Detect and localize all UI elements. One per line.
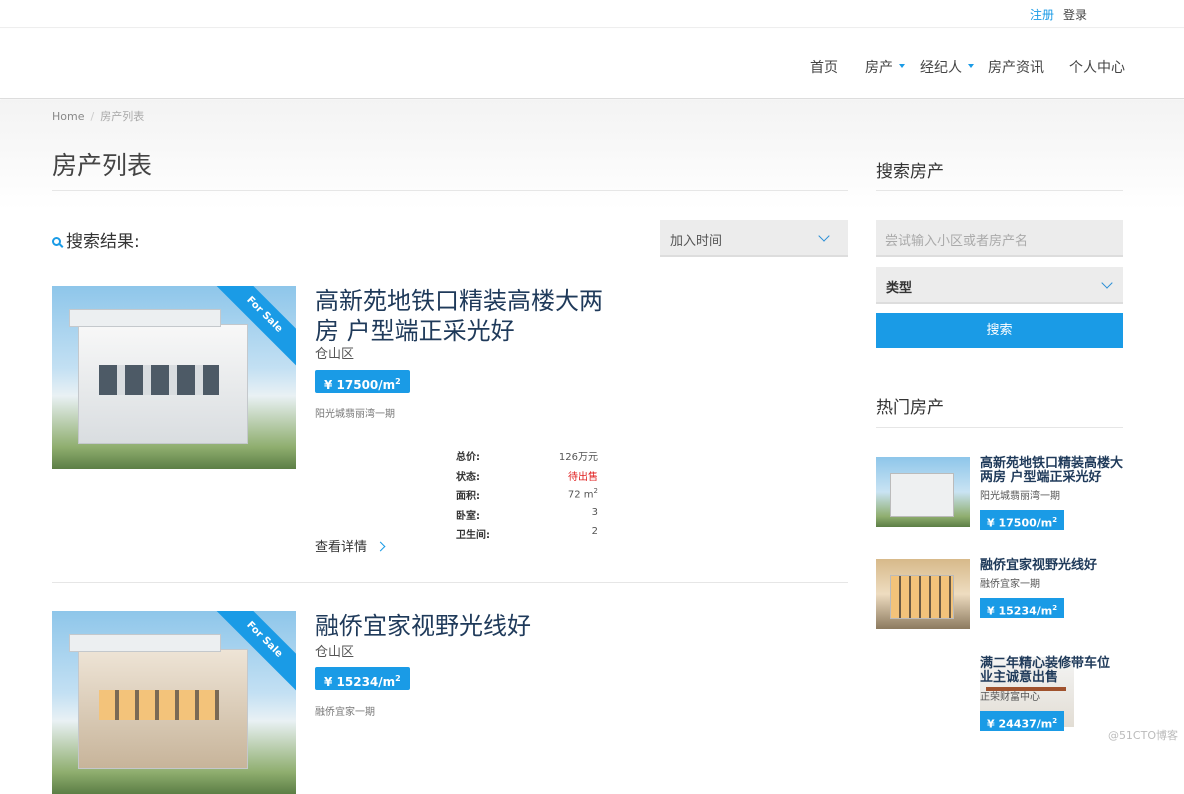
search-icon [52,237,61,246]
property-image[interactable]: For Sale [52,286,296,469]
house-illustration [78,649,248,769]
spec-row-bathrooms: 卫生间:2 [456,526,598,546]
listing-district: 仓山区 [315,343,354,362]
property-image[interactable]: For Sale [52,611,296,794]
price-badge: ¥ 17500/m2 [315,370,410,393]
breadcrumb-current: 房产列表 [100,110,144,123]
hot-property-item[interactable]: 满二年精心装修带车位 业主诚意出售 正荣财富中心 ¥ 24437/m2 [876,657,1123,732]
nav-home[interactable]: 首页 [810,57,838,77]
spec-row-area: 面积:72 m2 [456,487,598,507]
nav-user-center[interactable]: 个人中心 [1069,57,1125,77]
divider [52,190,848,191]
type-select[interactable]: 类型 [876,267,1123,304]
hot-property-thumbnail[interactable] [876,559,970,629]
listing-community: 融侨宜家一期 [315,703,375,718]
chevron-down-icon [818,230,829,241]
listing-title[interactable]: 融侨宜家视野光线好 [315,611,605,641]
chevron-down-icon [968,64,974,68]
listing-card: For Sale 融侨宜家视野光线好 仓山区 ¥ 15234/m2 融侨宜家一期 [52,611,848,749]
chevron-down-icon [899,64,905,68]
divider [876,190,1123,191]
hot-property-community: 融侨宜家一期 [980,575,1040,590]
sidebar-search-title: 搜索房产 [876,157,944,182]
house-illustration [78,324,248,444]
login-link[interactable]: 登录 [1063,6,1087,23]
breadcrumb-home[interactable]: Home [52,110,84,123]
hot-property-price: ¥ 17500/m2 [980,510,1064,530]
hot-property-title[interactable]: 满二年精心装修带车位 业主诚意出售 [980,657,1123,685]
watermark: @51CTO博客 [1108,727,1178,743]
spec-row-total: 总价:126万元 [456,448,598,468]
spec-row-status: 状态:待出售 [456,468,598,488]
nav-agents[interactable]: 经纪人 [920,57,974,77]
hot-property-item[interactable]: 融侨宜家视野光线好 融侨宜家一期 ¥ 15234/m2 [876,559,1123,634]
hot-property-price: ¥ 24437/m2 [980,711,1064,731]
results-heading: 搜索结果: [52,227,140,252]
hot-property-item[interactable]: 高新苑地铁口精装高楼大两房 户型端正采光好 阳光城翡丽湾一期 ¥ 17500/m… [876,457,1123,532]
listing-community: 阳光城翡丽湾一期 [315,405,395,420]
hot-property-community: 阳光城翡丽湾一期 [980,487,1060,502]
hot-property-title[interactable]: 融侨宜家视野光线好 [980,559,1123,573]
spec-row-bedrooms: 卧室:3 [456,507,598,527]
listing-title[interactable]: 高新苑地铁口精装高楼大两房 户型端正采光好 [315,286,605,346]
page-header-band [0,100,1184,210]
status-value: 待出售 [568,468,598,483]
divider [876,427,1123,428]
view-detail-link[interactable]: 查看详情 [315,536,384,555]
hot-property-thumbnail[interactable] [876,457,970,527]
nav-property[interactable]: 房产 [865,57,905,77]
hot-property-community: 正荣财富中心 [980,688,1040,703]
hot-property-title[interactable]: 高新苑地铁口精装高楼大两房 户型端正采光好 [980,457,1123,485]
spec-table: 总价:126万元 状态:待出售 面积:72 m2 卧室:3 卫生间:2 [456,448,598,546]
page-title: 房产列表 [52,146,152,182]
main-nav: 首页 房产 经纪人 房产资讯 个人中心 [0,29,1184,99]
listing-card: For Sale 高新苑地铁口精装高楼大两房 户型端正采光好 仓山区 ¥ 175… [52,286,848,556]
nav-news[interactable]: 房产资讯 [988,57,1044,77]
chevron-down-icon [1101,277,1112,288]
top-bar: 注册 登录 [0,0,1184,28]
price-badge: ¥ 15234/m2 [315,667,410,690]
listing-district: 仓山区 [315,641,354,660]
chevron-right-icon [376,542,386,552]
divider [52,582,848,583]
hot-property-price: ¥ 15234/m2 [980,598,1064,618]
register-link[interactable]: 注册 [1030,6,1054,23]
search-button[interactable]: 搜索 [876,313,1123,348]
search-input[interactable]: 尝试输入小区或者房产名 [876,220,1123,257]
breadcrumb: Home/房产列表 [52,108,144,124]
hot-properties-title: 热门房产 [876,393,944,418]
sort-select[interactable]: 加入时间 [660,220,848,257]
